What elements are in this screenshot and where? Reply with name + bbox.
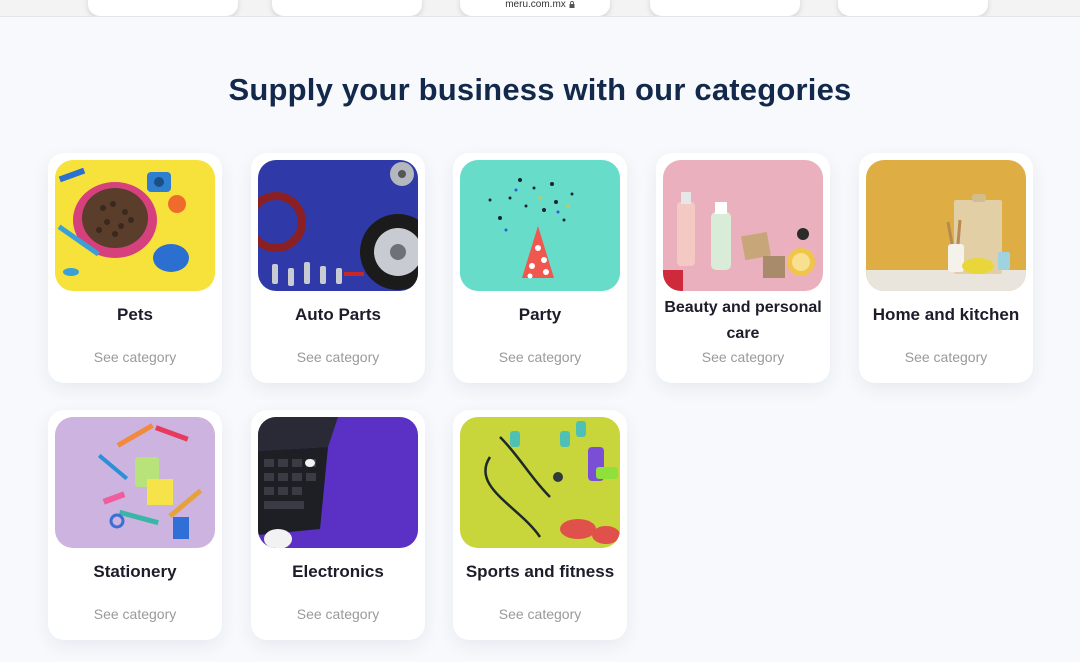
category-card-stationery[interactable]: Stationery See category [48, 410, 222, 640]
category-name: Party [518, 305, 562, 324]
category-name: Pets [117, 305, 153, 324]
category-card-auto-parts[interactable]: Auto Parts See category [251, 153, 425, 383]
section-title: Supply your business with our categories [228, 72, 852, 107]
category-name: Home and kitchen [872, 305, 1020, 324]
sports-photo [460, 417, 620, 548]
address-bar[interactable]: meru.com.mx [0, 0, 1080, 10]
electronics-photo [258, 417, 418, 548]
pets-photo [55, 160, 215, 291]
auto-parts-photo [258, 160, 418, 291]
see-category-link[interactable]: See category [48, 606, 222, 622]
beauty-photo [663, 160, 823, 291]
see-category-link[interactable]: See category [251, 349, 425, 365]
category-name: Electronics [292, 562, 384, 581]
see-category-link[interactable]: See category [656, 349, 830, 365]
category-name: Stationery [93, 562, 177, 581]
party-photo [460, 160, 620, 291]
stationery-photo [55, 417, 215, 548]
see-category-link[interactable]: See category [453, 349, 627, 365]
category-name: Beauty and personal care [664, 299, 822, 342]
see-category-link[interactable]: See category [48, 349, 222, 365]
see-category-link[interactable]: See category [251, 606, 425, 622]
category-card-pets[interactable]: Pets See category [48, 153, 222, 383]
see-category-link[interactable]: See category [453, 606, 627, 622]
category-card-home-kitchen[interactable]: Home and kitchen See category [859, 153, 1033, 383]
url-text: meru.com.mx [505, 0, 566, 10]
category-name: Sports and fitness [465, 562, 615, 581]
see-category-link[interactable]: See category [859, 349, 1033, 365]
lock-icon [569, 1, 575, 8]
category-name: Auto Parts [295, 305, 381, 324]
browser-top-bar: meru.com.mx [0, 0, 1080, 17]
category-card-electronics[interactable]: Electronics See category [251, 410, 425, 640]
category-card-beauty[interactable]: Beauty and personal care See category [656, 153, 830, 383]
category-card-party[interactable]: Party See category [453, 153, 627, 383]
category-card-sports[interactable]: Sports and fitness See category [453, 410, 627, 640]
home-kitchen-photo [866, 160, 1026, 291]
